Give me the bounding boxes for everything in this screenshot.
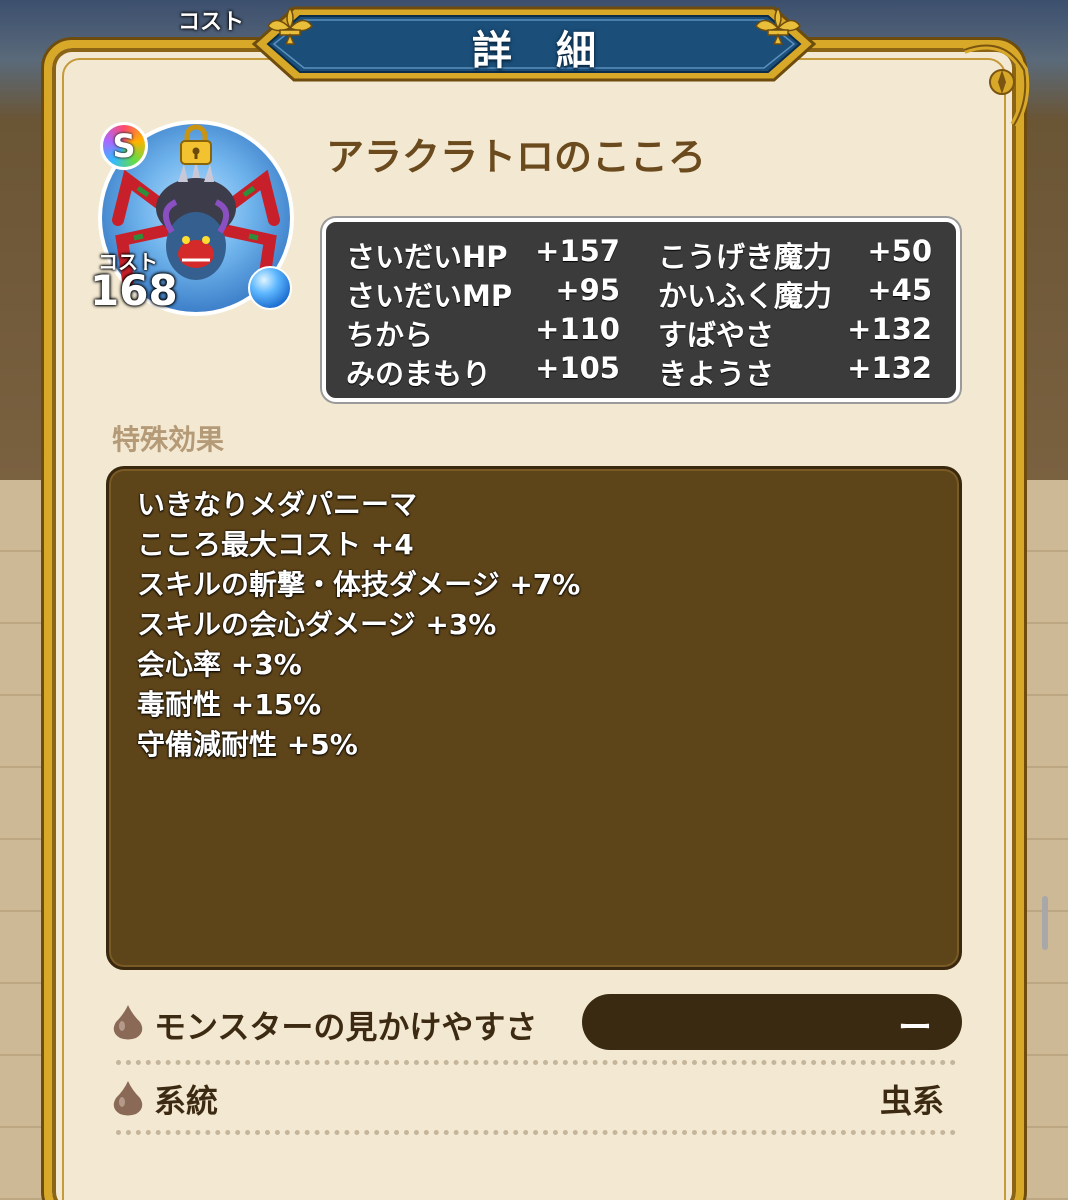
stat-value: +95 [555, 273, 620, 307]
title-banner: 詳細 [234, 4, 834, 84]
divider [116, 1130, 956, 1135]
padlock-icon[interactable] [178, 124, 214, 166]
avatar-cost-value: 168 [90, 266, 178, 315]
list-item: スキルの斬撃・体技ダメージ +7% [137, 568, 581, 601]
special-effects-heading: 特殊効果 [112, 423, 225, 456]
list-item: いきなりメダパニーマ [137, 488, 418, 521]
visibility-value-field: ー [582, 994, 962, 1050]
card-name: アラクラトロのこころ [326, 135, 707, 179]
droplet-icon [113, 1081, 143, 1116]
stat-label: こうげき魔力 [658, 240, 833, 274]
list-item: 毒耐性 +15% [137, 688, 322, 721]
corner-ornament-icon [962, 41, 1030, 128]
stat-label: すばやさ [658, 318, 775, 352]
stat-label: きようさ [658, 357, 775, 391]
stat-value: +110 [535, 312, 620, 346]
list-item: 守備減耐性 +5% [137, 728, 358, 761]
rank-badge-icon: S [100, 122, 148, 170]
list-item: こころ最大コスト +4 [137, 528, 414, 561]
stat-label: ちから [346, 318, 434, 352]
droplet-icon [113, 1005, 143, 1040]
list-item: スキルの会心ダメージ +3% [137, 608, 497, 641]
scrollbar[interactable] [1042, 896, 1048, 950]
stat-value: +132 [847, 351, 932, 385]
stat-label: さいだいMP [346, 279, 513, 313]
list-item: 会心率 +3% [137, 648, 302, 681]
stat-label: みのまもり [346, 357, 492, 391]
visibility-label: モンスターの見かけやすさ [154, 1008, 538, 1046]
blue-orb-icon [248, 266, 292, 310]
stats-table: さいだいHP +157 さいだいMP +95 ちから +110 みのまもり +1… [322, 218, 960, 402]
stat-label: さいだいHP [346, 240, 508, 274]
stat-value: +50 [867, 234, 932, 268]
family-label: 系統 [154, 1082, 219, 1120]
stat-value: +157 [535, 234, 620, 268]
special-effects-list[interactable]: いきなりメダパニーマ こころ最大コスト +4 スキルの斬撃・体技ダメージ +7%… [106, 466, 962, 970]
family-value: 虫系 [879, 1082, 944, 1120]
panel-title: 詳細 [472, 28, 640, 74]
visibility-value: ー [898, 1008, 932, 1048]
stat-label: かいふく魔力 [658, 279, 833, 313]
divider [116, 1060, 956, 1065]
stat-value: +105 [535, 351, 620, 385]
stat-value: +45 [867, 273, 932, 307]
stat-value: +132 [847, 312, 932, 346]
